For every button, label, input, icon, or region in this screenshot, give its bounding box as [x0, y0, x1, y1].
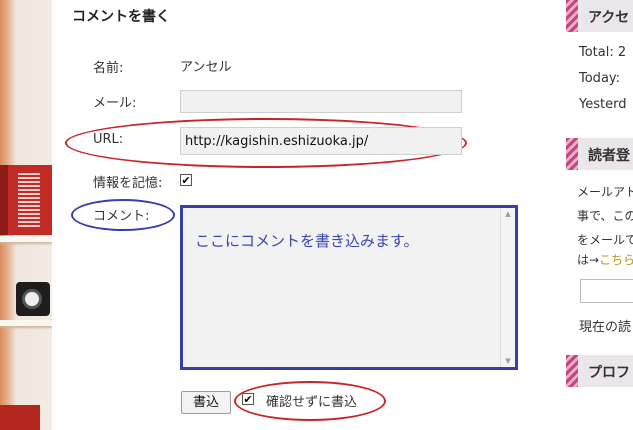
textarea-scrollbar[interactable]: ▲ ▼	[500, 208, 515, 367]
mail-label: メール:	[93, 96, 137, 111]
sidebar-access-title: アクセ	[588, 10, 630, 26]
name-label: 名前:	[93, 61, 124, 76]
reader-text-line4: は→こちら	[577, 251, 633, 268]
no-confirm-label: 確認せずに書込	[266, 395, 358, 410]
url-label: URL:	[93, 132, 124, 147]
sidebar-profile-header: プロフ	[566, 355, 633, 387]
reader-email-input[interactable]	[580, 279, 633, 303]
comment-form-title: コメントを書く	[72, 9, 170, 25]
submit-button[interactable]: 書込	[181, 391, 231, 414]
scroll-up-icon[interactable]: ▲	[501, 208, 515, 220]
no-confirm-checkbox[interactable]: ✔	[242, 393, 254, 405]
remember-checkbox[interactable]: ✔	[180, 174, 192, 186]
reader-status: 現在の読	[579, 320, 632, 335]
url-field[interactable]: http://kagishin.eshizuoka.jp/	[180, 127, 462, 155]
reader-text-line2: 事で、この	[577, 209, 633, 223]
access-yesterday: Yesterd	[579, 97, 627, 112]
comment-textarea[interactable]: ここにコメントを書き込みます。 ▲ ▼	[180, 205, 518, 370]
decorative-photo	[0, 0, 52, 430]
name-value: アンセル	[180, 60, 232, 75]
access-total: Total: 2	[579, 45, 627, 60]
access-today: Today:	[579, 71, 621, 86]
scroll-down-icon[interactable]: ▼	[501, 355, 515, 367]
sidebar-profile-title: プロフ	[588, 365, 630, 381]
sidebar-access-header: アクセ	[566, 0, 633, 32]
sidebar-reader-title: 読者登	[588, 148, 630, 164]
mail-field[interactable]	[180, 90, 462, 113]
reader-link-prefix: は→	[577, 253, 600, 267]
reader-link[interactable]: こちら	[599, 253, 633, 267]
check-icon: ✔	[181, 174, 191, 187]
comment-textarea-text: ここにコメントを書き込みます。	[195, 232, 419, 250]
check-icon: ✔	[243, 393, 253, 406]
sidebar-reader-header: 読者登	[566, 138, 633, 170]
reader-text-line3: をメールで	[577, 233, 633, 247]
reader-text-line1: メールアト	[577, 185, 633, 199]
remember-label: 情報を記憶:	[93, 176, 163, 191]
comment-label: コメント:	[93, 209, 150, 224]
